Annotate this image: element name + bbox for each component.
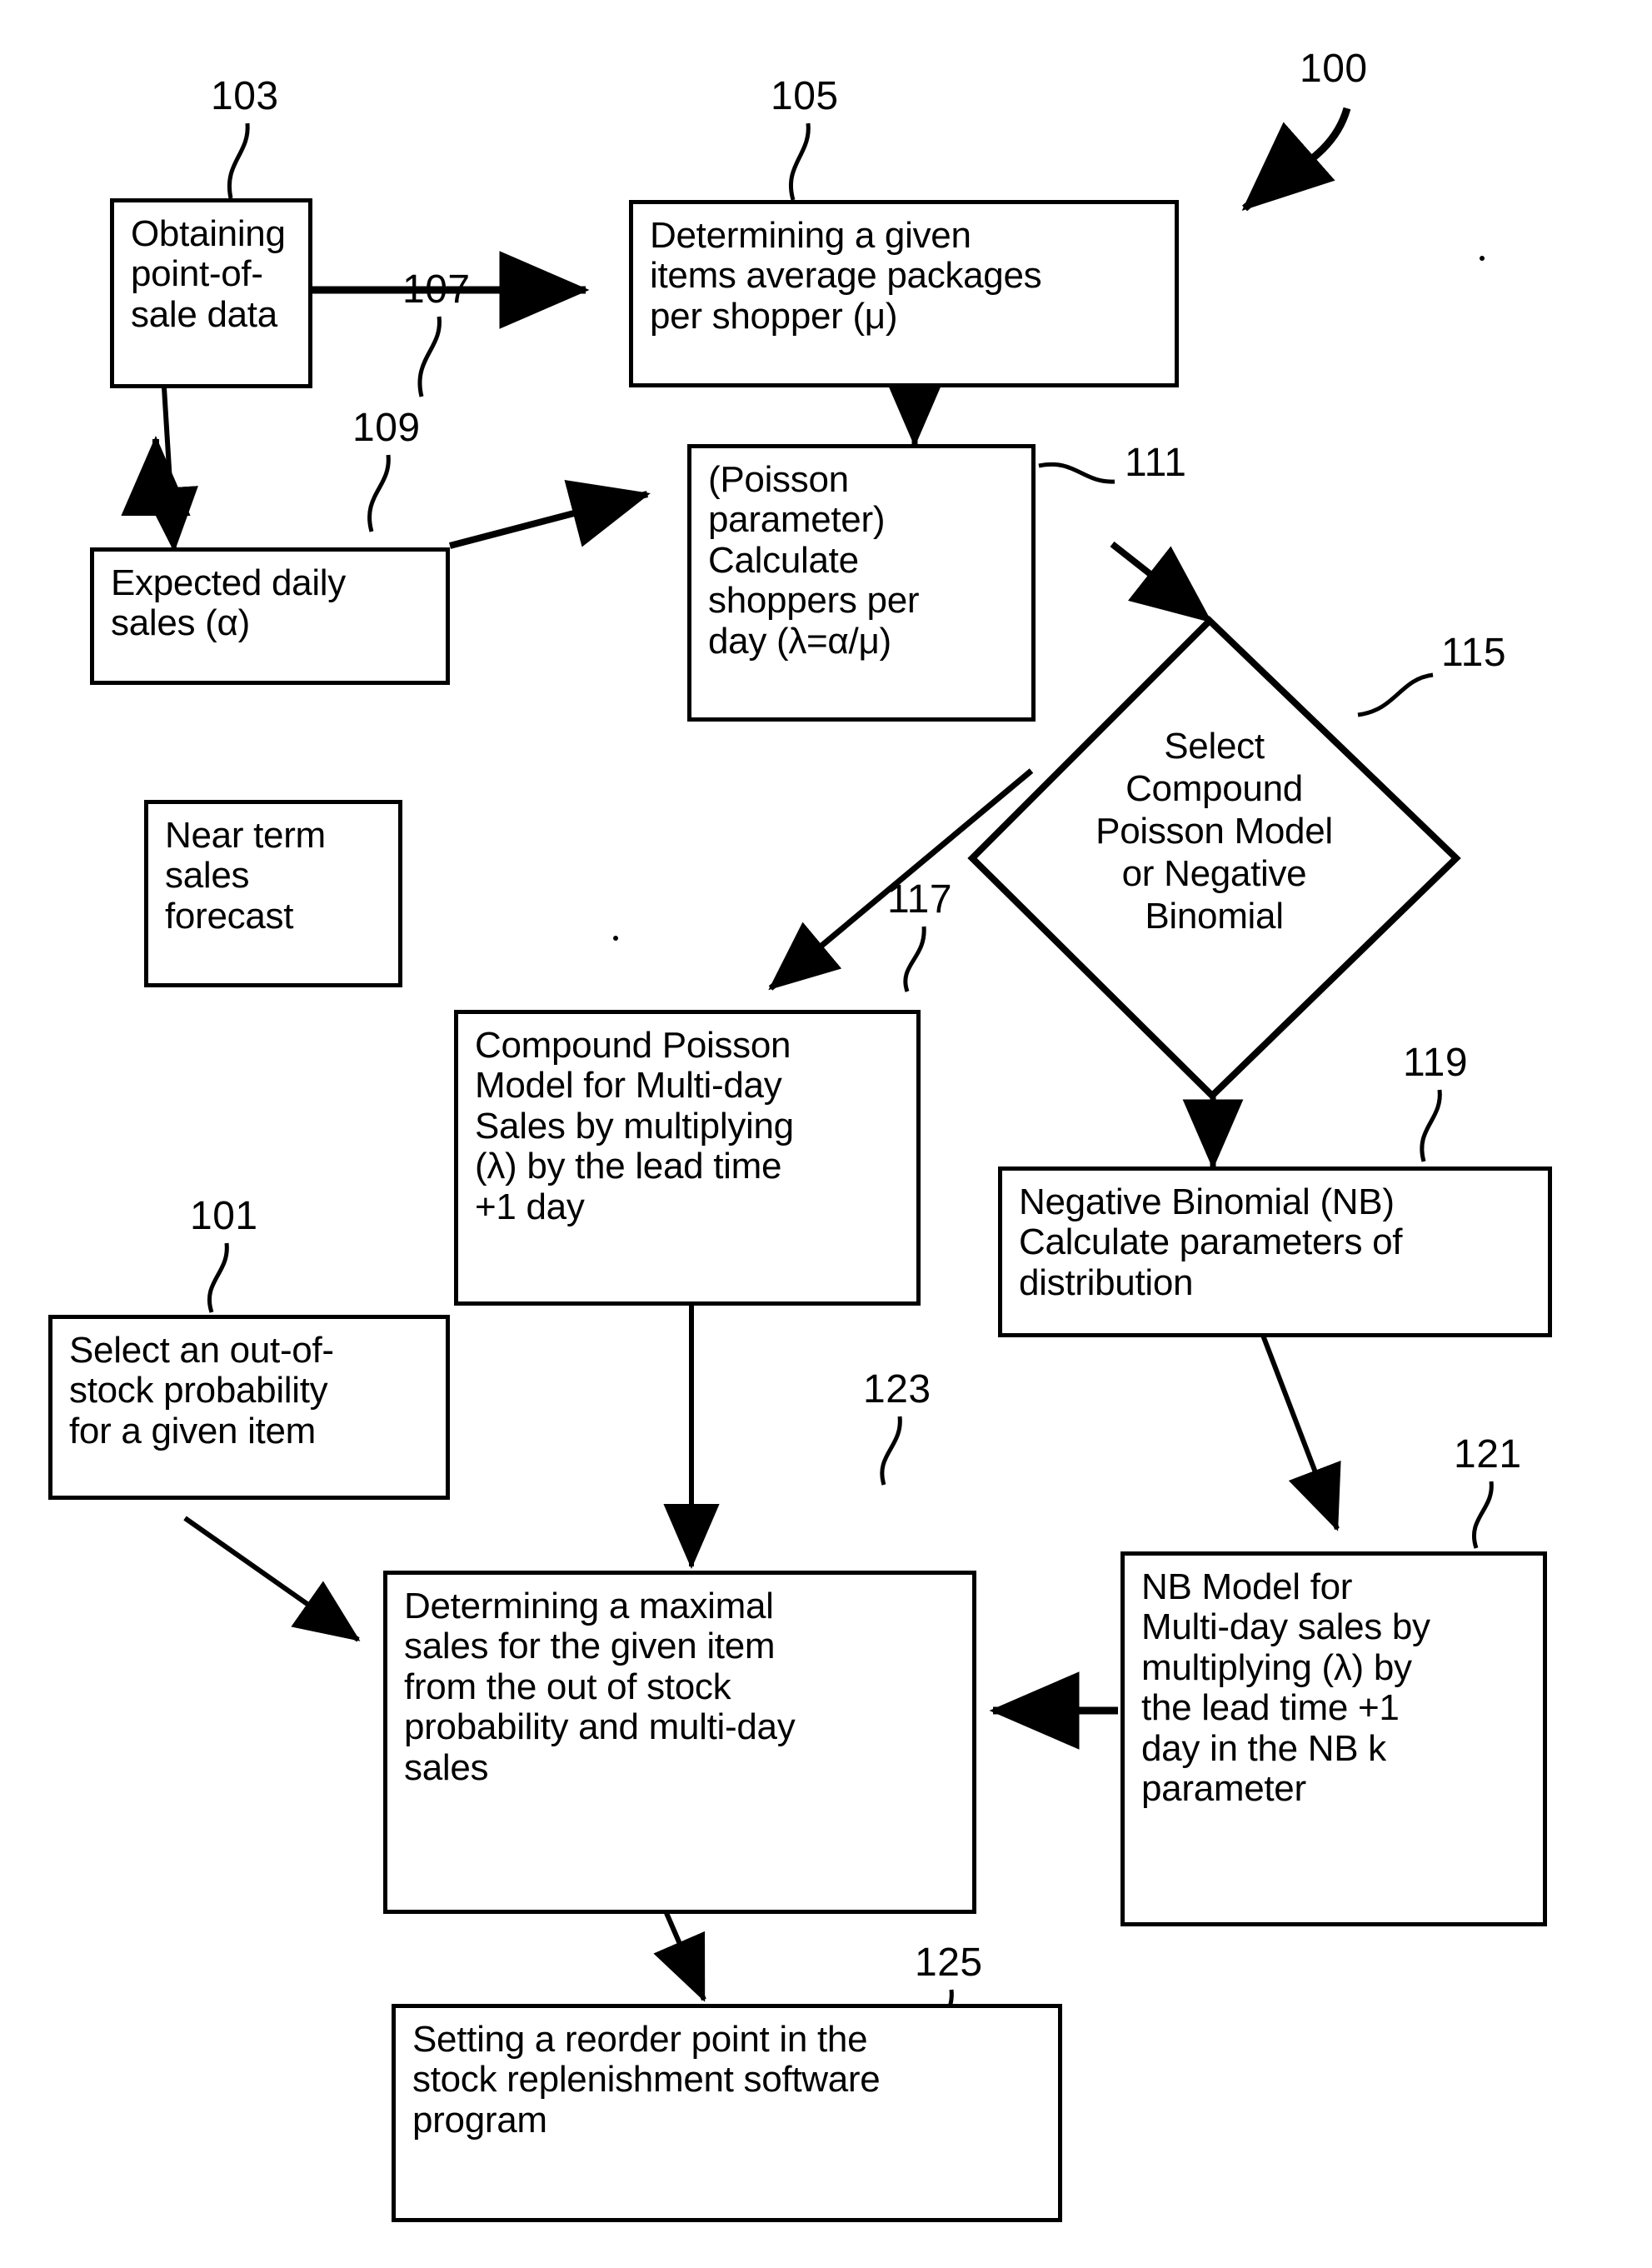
edge-123-to-125 — [653, 1911, 706, 2002]
ref-number-111: 111 — [1125, 441, 1187, 485]
node-select-model-decision: Select Compound Poisson Model or Negativ… — [1096, 726, 1333, 937]
ref-number-109: 109 — [352, 406, 421, 450]
node-compound-poisson-model: Compound Poisson Model for Multi-day Sal… — [454, 1010, 921, 1306]
node-near-term-sales-forecast: Near term sales forecast — [144, 800, 402, 987]
ref-number-115: 115 — [1441, 631, 1507, 675]
ref-number-107: 107 — [402, 267, 471, 312]
node-setting-reorder-point: Setting a reorder point in the stock rep… — [392, 2004, 1062, 2222]
ref-number-105: 105 — [771, 74, 839, 118]
ref-number-101: 101 — [190, 1194, 258, 1238]
node-determining-maximal-sales: Determining a maximal sales for the give… — [383, 1571, 976, 1914]
leader-121 — [1472, 1481, 1494, 1549]
edge-119-to-121 — [1260, 1331, 1341, 1531]
leader-115 — [1357, 672, 1434, 717]
scan-speck-2 — [613, 936, 618, 941]
leader-105 — [789, 122, 811, 201]
node-poisson-parameter-calculate-shoppers: (Poisson parameter) Calculate shoppers p… — [687, 444, 1036, 722]
patent-figure-page: 100 Obtaining point-of- sale data Determ… — [0, 0, 1652, 2268]
leader-111 — [1038, 462, 1115, 484]
edge-111-to-115 — [1110, 541, 1213, 624]
ref-number-117: 117 — [887, 877, 953, 922]
ref-number-121: 121 — [1454, 1432, 1522, 1476]
leader-119 — [1420, 1089, 1442, 1162]
leader-101 — [207, 1242, 229, 1313]
leader-123 — [880, 1416, 902, 1486]
node-obtaining-point-of-sale-data: Obtaining point-of- sale data — [110, 198, 312, 388]
node-negative-binomial-parameters: Negative Binomial (NB) Calculate paramet… — [998, 1166, 1552, 1337]
node-expected-daily-sales: Expected daily sales (α) — [90, 547, 450, 685]
leader-107 — [417, 316, 442, 397]
figure-number-leader — [1241, 107, 1351, 212]
edge-101-to-123 — [183, 1516, 361, 1642]
leader-109 — [367, 454, 391, 532]
edge-107-to-111 — [448, 480, 651, 549]
leader-117 — [903, 926, 926, 992]
ref-number-103: 103 — [211, 74, 279, 118]
ref-number-123: 123 — [863, 1367, 931, 1411]
node-nb-model-multi-day-sales: NB Model for Multi-day sales by multiply… — [1120, 1551, 1547, 1926]
ref-number-119: 119 — [1403, 1041, 1469, 1085]
scan-speck — [1480, 256, 1485, 261]
ref-number-125: 125 — [915, 1941, 983, 1985]
edge-103-to-107 — [142, 387, 198, 552]
figure-number-label: 100 — [1300, 47, 1368, 91]
node-select-out-of-stock-probability: Select an out-of- stock probability for … — [48, 1315, 450, 1500]
node-determining-average-packages: Determining a given items average packag… — [629, 200, 1179, 387]
leader-103 — [227, 122, 250, 199]
